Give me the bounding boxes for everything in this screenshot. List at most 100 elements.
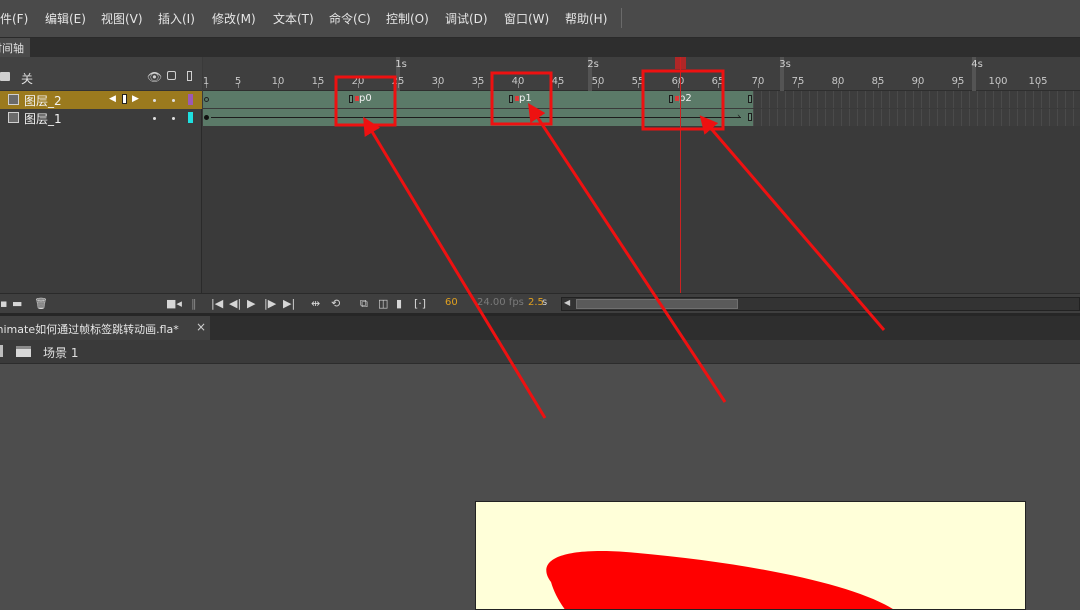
menu-view[interactable]: 视图(V) bbox=[101, 10, 143, 27]
next-keyframe-icon[interactable]: ▶ bbox=[132, 94, 139, 104]
lock-dot[interactable] bbox=[172, 117, 175, 120]
frame-label[interactable]: p1 bbox=[519, 93, 532, 104]
keyframe-box[interactable] bbox=[349, 95, 353, 103]
frame-rate-value[interactable]: 24.00 fps bbox=[477, 297, 524, 308]
layer-row-layer2[interactable]: 图层_2 ◀ ▶ bbox=[0, 91, 202, 109]
menu-bar: 文件(F) 编辑(E) 视图(V) 插入(I) 修改(M) 文本(T) 命令(C… bbox=[0, 0, 1080, 38]
go-to-first-frame-icon[interactable]: |◀ bbox=[211, 298, 223, 310]
frames-grid[interactable]: 1s 2s 3s 4s 1 5 10 15 20 25 30 35 40 45 50 55 60 65 70 75 80… bbox=[203, 57, 1080, 293]
scene-label[interactable]: 场景 1 bbox=[43, 344, 78, 361]
playhead-handle[interactable] bbox=[675, 57, 686, 69]
menu-text[interactable]: 文本(T) bbox=[273, 10, 314, 27]
stage-area bbox=[0, 364, 1080, 610]
layer-list: 关 👁 图层_2 ◀ ▶ 图层_1 bbox=[0, 57, 202, 293]
frame-number-label: 1 bbox=[202, 76, 210, 87]
frame-number-label: 50 bbox=[591, 76, 605, 87]
layer-name[interactable]: 图层_2 bbox=[24, 92, 62, 109]
frame-number-label: 75 bbox=[791, 76, 805, 87]
document-tab[interactable]: Animate如何通过帧标签跳转动画.fla* × bbox=[0, 316, 210, 340]
empty-frame-cells[interactable] bbox=[753, 91, 1080, 108]
menu-window[interactable]: 窗口(W) bbox=[504, 10, 549, 27]
onion-skin-icon[interactable]: ⧉ bbox=[360, 298, 368, 310]
menu-separator bbox=[621, 8, 622, 28]
back-arrow-icon[interactable] bbox=[0, 345, 3, 357]
menu-help[interactable]: 帮助(H) bbox=[565, 10, 607, 27]
layer-header: 关 👁 bbox=[0, 57, 202, 91]
menu-debug[interactable]: 调试(D) bbox=[445, 10, 488, 27]
menu-modify[interactable]: 修改(M) bbox=[212, 10, 256, 27]
second-label: 2s bbox=[587, 59, 599, 70]
step-back-icon[interactable]: ◀| bbox=[229, 298, 241, 310]
scroll-left-icon[interactable]: ◀ bbox=[564, 298, 570, 307]
menu-file[interactable]: 文件(F) bbox=[0, 10, 28, 27]
frame-number-label: 90 bbox=[911, 76, 925, 87]
playhead[interactable] bbox=[680, 57, 681, 293]
show-hide-all-icon[interactable]: 👁 bbox=[147, 70, 162, 84]
frame-row-layer2[interactable]: p0 p1 p2 bbox=[203, 91, 1080, 108]
layer-icon bbox=[8, 94, 19, 105]
stage[interactable] bbox=[475, 501, 1026, 610]
end-frame-marker[interactable] bbox=[748, 113, 752, 121]
keyframe-box[interactable] bbox=[669, 95, 673, 103]
menu-edit[interactable]: 编辑(E) bbox=[45, 10, 86, 27]
outline-all-icon[interactable] bbox=[187, 71, 192, 81]
red-shape[interactable] bbox=[476, 502, 1026, 610]
onion-skin-outline-icon[interactable]: ◫ bbox=[378, 298, 388, 310]
layer-name[interactable]: 图层_1 bbox=[24, 110, 62, 127]
menu-command[interactable]: 命令(C) bbox=[329, 10, 371, 27]
frame-number-label: 10 bbox=[271, 76, 285, 87]
camera-icon[interactable]: ■◂ bbox=[166, 298, 182, 310]
tween-arrowhead: › bbox=[737, 112, 741, 122]
menu-control[interactable]: 控制(O) bbox=[386, 10, 429, 27]
layer-row-layer1[interactable]: 图层_1 bbox=[0, 109, 202, 127]
lock-dot[interactable] bbox=[172, 99, 175, 102]
layer-color-chip[interactable] bbox=[188, 112, 193, 123]
lock-all-icon[interactable] bbox=[167, 71, 176, 80]
modify-onion-markers-icon[interactable]: [·] bbox=[414, 298, 426, 310]
empty-frame-cells[interactable] bbox=[753, 109, 1080, 126]
visibility-dot[interactable] bbox=[153, 117, 156, 120]
document-tab-title: Animate如何通过帧标签跳转动画.fla* bbox=[0, 323, 179, 336]
edit-multiple-frames-icon[interactable]: ▮ bbox=[396, 298, 402, 310]
frame-number-label: 15 bbox=[311, 76, 325, 87]
layer-folder-icon[interactable] bbox=[0, 72, 10, 81]
keyframe-box[interactable] bbox=[509, 95, 513, 103]
second-label: 3s bbox=[779, 59, 791, 70]
timeline-panel: 关 👁 图层_2 ◀ ▶ 图层_1 1s 2s 3s 4s 1 5 10 15 20 25 30 35… bbox=[0, 57, 1080, 313]
delete-layer-icon[interactable]: 🗑 bbox=[34, 298, 48, 310]
keyframe-icon[interactable] bbox=[122, 94, 127, 104]
new-folder-icon[interactable]: ▬ bbox=[12, 298, 22, 310]
timeline-scrollbar[interactable]: ◀ bbox=[561, 297, 1080, 311]
frame-label[interactable]: p0 bbox=[359, 93, 372, 104]
close-tab-icon[interactable]: × bbox=[196, 320, 206, 334]
document-tab-bar: Animate如何通过帧标签跳转动画.fla* × bbox=[0, 313, 1080, 340]
frame-number-label: 70 bbox=[751, 76, 765, 87]
current-frame-value[interactable]: 60 bbox=[445, 297, 458, 308]
center-frame-icon[interactable]: ⇹ bbox=[311, 298, 320, 310]
panel-grip-icon: ‖ bbox=[191, 297, 197, 310]
menu-insert[interactable]: 插入(I) bbox=[158, 10, 195, 27]
play-icon[interactable]: ▶ bbox=[247, 298, 255, 310]
scene-clapper-icon bbox=[16, 346, 31, 357]
timeline-ruler[interactable]: 1s 2s 3s 4s 1 5 10 15 20 25 30 35 40 45 50 55 60 65 70 75 80… bbox=[203, 57, 1080, 91]
timeline-panel-tab[interactable]: 时间轴 bbox=[0, 38, 30, 57]
visibility-dot[interactable] bbox=[153, 99, 156, 102]
go-to-last-frame-icon[interactable]: ▶| bbox=[283, 298, 295, 310]
end-frame-marker[interactable] bbox=[748, 95, 752, 103]
prev-keyframe-icon[interactable]: ◀ bbox=[109, 94, 116, 104]
frame-number-label: 60 bbox=[671, 76, 685, 87]
keyframe-dot[interactable] bbox=[204, 97, 209, 102]
frame-number-label: 35 bbox=[471, 76, 485, 87]
layer-header-label: 关 bbox=[21, 72, 34, 86]
second-label: 1s bbox=[395, 59, 407, 70]
loop-icon[interactable]: ⟲ bbox=[331, 298, 340, 310]
layer-color-chip[interactable] bbox=[188, 94, 193, 105]
frame-number-label: 25 bbox=[391, 76, 405, 87]
frame-number-label: 5 bbox=[234, 76, 242, 87]
step-forward-icon[interactable]: |▶ bbox=[264, 298, 276, 310]
frame-row-layer1[interactable]: › bbox=[203, 109, 1080, 126]
new-layer-icon[interactable]: ▪ bbox=[0, 298, 7, 310]
timeline-scrollbar-thumb[interactable] bbox=[576, 299, 738, 309]
keyframe-dot[interactable] bbox=[204, 115, 209, 120]
frame-number-label: 40 bbox=[511, 76, 525, 87]
